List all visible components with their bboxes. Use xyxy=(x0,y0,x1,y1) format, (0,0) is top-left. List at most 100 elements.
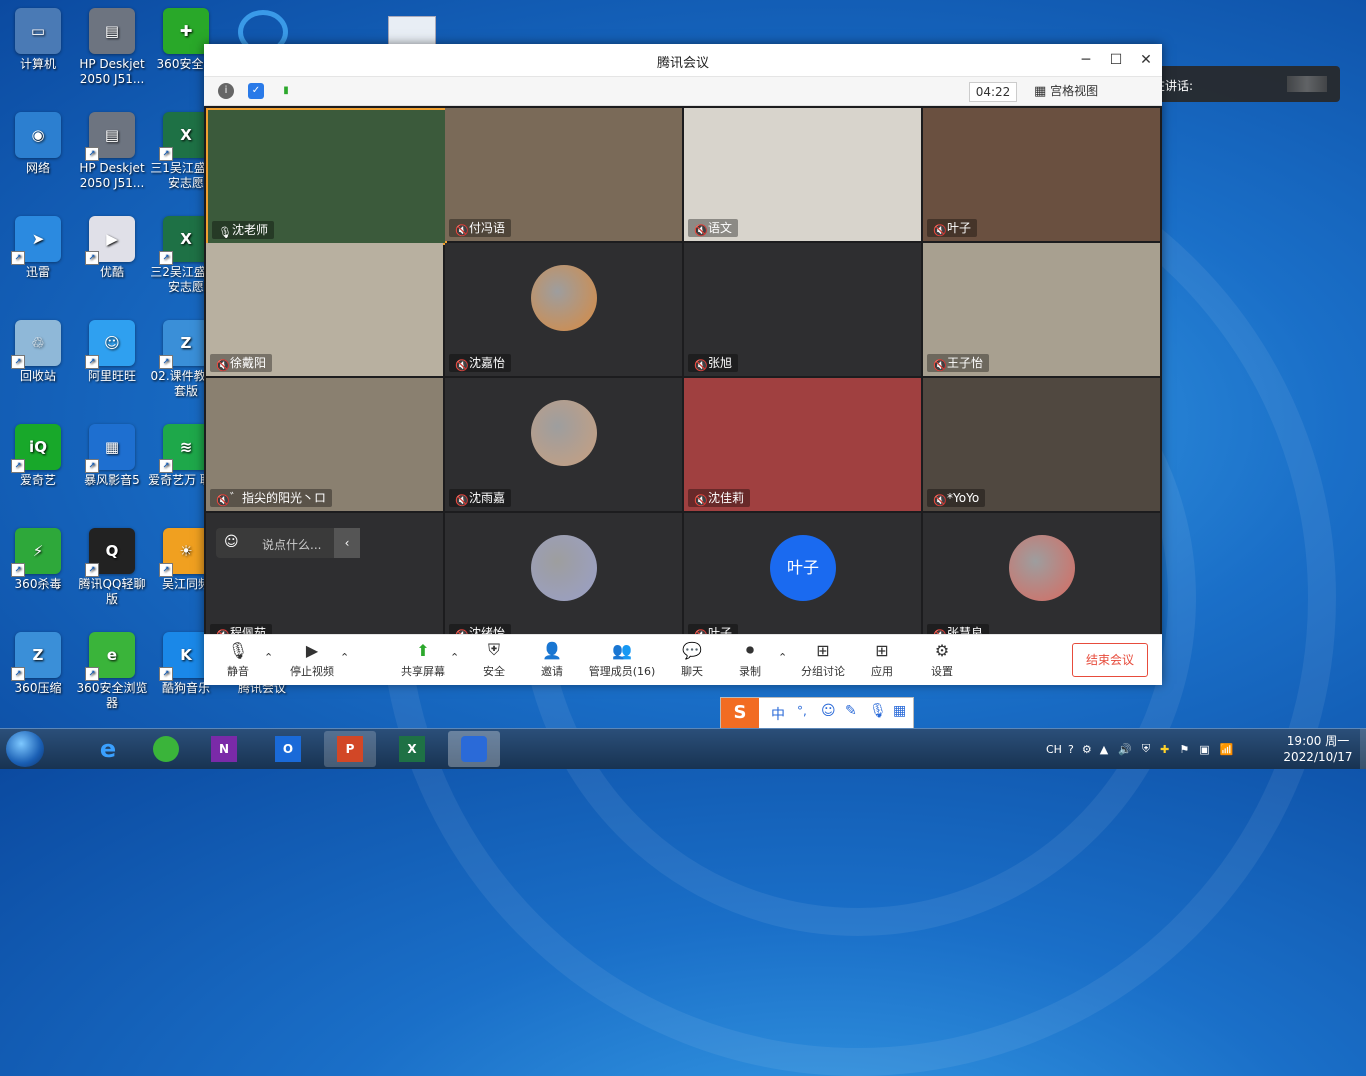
participant-tile[interactable]: 🔇 沈嘉怡 xyxy=(445,243,682,376)
network-signal-icon[interactable]: 📶 xyxy=(1220,743,1234,756)
flag-icon[interactable]: ⚑ xyxy=(1179,743,1189,756)
sogou-icon[interactable]: S xyxy=(721,698,759,728)
chevron-up-icon[interactable]: ⌃ xyxy=(450,651,459,664)
add-user-icon: 👤 xyxy=(542,640,562,660)
taskbar-outlook[interactable]: O xyxy=(262,731,314,767)
microphone-muted-icon: 🔇 xyxy=(216,359,230,372)
participant-tile[interactable]: 🔇 王子怡 xyxy=(923,243,1160,376)
desktop-icon[interactable]: ➤ ↗ 迅雷 xyxy=(0,216,76,280)
end-meeting-button[interactable]: 结束会议 xyxy=(1072,643,1148,677)
desktop-icon[interactable]: e ↗ 360安全浏览 器 xyxy=(74,632,150,711)
chevron-up-icon[interactable]: ⌃ xyxy=(264,651,273,664)
360-icon[interactable]: ✚ xyxy=(1160,743,1169,756)
chat-icon: 💬 xyxy=(682,640,702,660)
participant-tile[interactable]: 🔇沈绪怡 xyxy=(445,513,682,634)
desktop-icon[interactable]: iQ ↗ 爱奇艺 xyxy=(0,424,76,488)
desktop-icon[interactable]: ⚡ ↗ 360杀毒 xyxy=(0,528,76,592)
desktop-icon[interactable]: ▭ 计算机 xyxy=(0,8,76,72)
chevron-up-icon[interactable]: ⌃ xyxy=(340,651,349,664)
shield-icon: ⛨ xyxy=(487,640,500,659)
chat-input-overlay[interactable]: ☺ 说点什么... ‹ xyxy=(216,528,360,558)
apps-button[interactable]: ⊞ 应用 xyxy=(870,639,894,679)
participant-tile[interactable]: 🔇 徐戴阳 xyxy=(206,243,443,376)
settings-icon[interactable]: ⚙ xyxy=(1082,743,1092,756)
chevron-up-icon[interactable]: ⌃ xyxy=(778,651,787,664)
participant-name: 🔇程佩茹 xyxy=(210,624,273,634)
title-bar: 腾讯会议 ─ ☐ ✕ xyxy=(204,44,1162,77)
participant-tile[interactable]: 🔇 付冯语 xyxy=(445,108,682,241)
participant-name: 🔇沈绪怡 xyxy=(449,624,512,634)
device-icon[interactable]: ▣ xyxy=(1199,743,1209,756)
desktop-icon[interactable]: ▤ ↗ HP Deskjet 2050 J51... xyxy=(74,112,150,191)
shield-icon[interactable]: ✓ xyxy=(248,83,264,99)
tray-icons: ? ⚙ ▲ 🔊 ⛨ ✚ ⚑ ▣ 📶 xyxy=(1068,729,1233,769)
share-screen-button[interactable]: ⬆ 共享屏幕 xyxy=(400,639,446,679)
taskbar-ie[interactable]: e xyxy=(82,731,134,767)
start-button[interactable] xyxy=(6,731,44,767)
minimize-button[interactable]: ─ xyxy=(1076,50,1096,70)
ime-lang[interactable]: 中 xyxy=(771,704,785,724)
stop-video-button[interactable]: ▶ 停止视频 xyxy=(288,639,336,679)
invite-button[interactable]: 👤 邀请 xyxy=(540,639,564,679)
security-button[interactable]: ⛨ 安全 xyxy=(482,639,506,679)
grid-icon[interactable]: ▦ xyxy=(893,703,906,719)
maximize-button[interactable]: ☐ xyxy=(1106,50,1126,70)
participant-tile[interactable]: 🔇 叶子 xyxy=(923,108,1160,241)
document-thumbnail-icon[interactable] xyxy=(388,16,436,46)
participant-tile[interactable]: 🎙 沈老师 xyxy=(206,108,447,245)
desktop-icon[interactable]: ◉ 网络 xyxy=(0,112,76,176)
show-desktop-button[interactable] xyxy=(1360,729,1366,769)
pen-icon[interactable]: ✎ xyxy=(845,703,857,719)
taskbar-powerpoint[interactable]: P xyxy=(324,731,376,767)
shortcut-arrow-icon: ↗ xyxy=(85,563,99,577)
participant-tile[interactable]: 🔇 沈雨嘉 xyxy=(445,378,682,511)
manage-members-button[interactable]: 👥 管理成员(16) xyxy=(588,639,656,679)
desktop-icon[interactable]: Q ↗ 腾讯QQ轻聊 版 xyxy=(74,528,150,607)
taskbar-tencent-meeting[interactable] xyxy=(448,731,500,767)
emoji-icon[interactable]: ☺ xyxy=(224,534,239,550)
microphone-icon[interactable]: 🎙 xyxy=(869,703,887,719)
taskbar-360browser[interactable] xyxy=(140,731,192,767)
participant-tile[interactable]: 🔇 沈佳莉 xyxy=(684,378,921,511)
desktop-icon-label: 迅雷 xyxy=(25,265,50,279)
desktop-icon-label: 网络 xyxy=(25,161,50,175)
network-icon: ◉ xyxy=(15,112,61,158)
help-icon[interactable]: ? xyxy=(1068,743,1074,756)
participant-tile[interactable]: 🔇 张旭 xyxy=(684,243,921,376)
record-button[interactable]: ⏺ 录制 xyxy=(738,639,762,679)
shield-icon[interactable]: ⛨ xyxy=(1142,742,1150,756)
emoji-icon[interactable]: ☺ xyxy=(821,703,836,719)
participant-tile[interactable]: 🔇 *YoYo xyxy=(923,378,1160,511)
participant-tile[interactable]: 🔇 ゛指尖的阳光丶ロ xyxy=(206,378,443,511)
chat-button[interactable]: 💬 聊天 xyxy=(680,639,704,679)
desktop-icon[interactable]: Z ↗ 360压缩 xyxy=(0,632,76,696)
info-icon[interactable]: i xyxy=(218,83,234,99)
ime-punct[interactable]: °, xyxy=(797,704,807,718)
desktop-icon[interactable]: ▦ ↗ 暴风影音5 xyxy=(74,424,150,488)
desktop-icon[interactable]: ▤ HP Deskjet 2050 J51... xyxy=(74,8,150,87)
desktop-icon-label: 360杀毒 xyxy=(14,577,62,591)
chevron-left-icon[interactable]: ‹ xyxy=(334,528,360,558)
close-button[interactable]: ✕ xyxy=(1136,50,1156,70)
participant-name: 🔇张慧良 xyxy=(927,624,990,634)
settings-button[interactable]: ⚙ 设置 xyxy=(930,639,954,679)
chevron-up-icon[interactable]: ▲ xyxy=(1100,743,1108,756)
participant-tile[interactable]: 🔇张慧良 xyxy=(923,513,1160,634)
desktop-icon[interactable]: ♲ ↗ 回收站 xyxy=(0,320,76,384)
breakout-button[interactable]: ⊞ 分组讨论 xyxy=(800,639,846,679)
volume-icon[interactable]: 🔊 xyxy=(1118,743,1132,756)
shortcut-arrow-icon: ↗ xyxy=(85,459,99,473)
taskbar-onenote[interactable]: N xyxy=(198,731,250,767)
clock[interactable]: 19:00 周一 2022/10/17 xyxy=(1276,733,1360,765)
grid-icon: ▦ xyxy=(1034,84,1047,99)
participant-tile[interactable]: 叶子🔇叶子 xyxy=(684,513,921,634)
mute-button[interactable]: 🎙 静音 xyxy=(224,639,252,679)
tray-lang[interactable]: CH xyxy=(1046,729,1062,769)
apps-label: 应用 xyxy=(871,665,893,678)
grid-view-button[interactable]: ▦ 宫格视图 xyxy=(1034,82,1098,100)
desktop-icon[interactable]: ▶ ↗ 优酷 xyxy=(74,216,150,280)
taskbar-excel[interactable]: X xyxy=(386,731,438,767)
signal-icon[interactable]: ▮ xyxy=(278,83,294,99)
desktop-icon[interactable]: ☺ ↗ 阿里旺旺 xyxy=(74,320,150,384)
participant-tile[interactable]: 🔇 语文 xyxy=(684,108,921,241)
